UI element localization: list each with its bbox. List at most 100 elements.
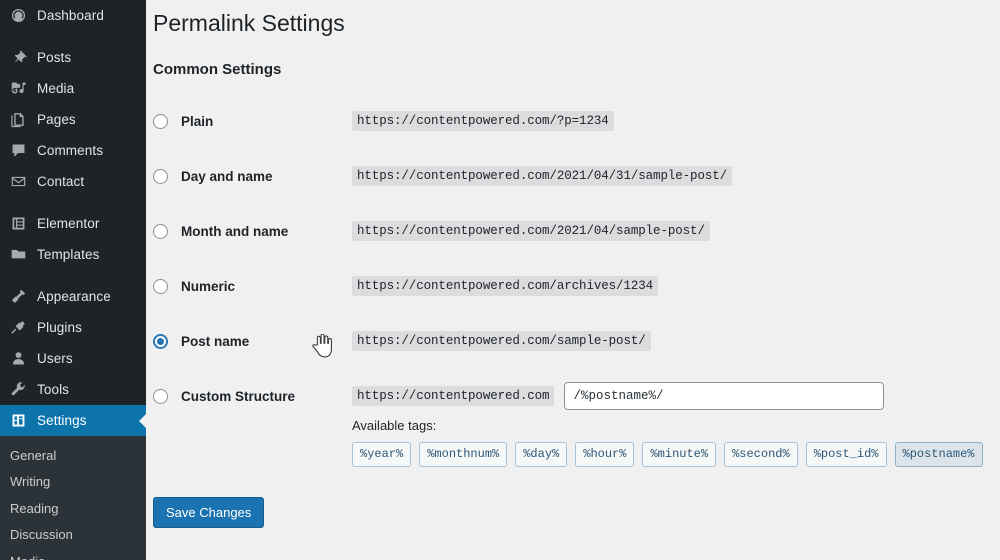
option-left: Post name [153,333,352,349]
custom-structure-prefix: https://contentpowered.com [352,386,555,407]
sidebar-item-label: Media [37,80,75,96]
sidebar-item-contact[interactable]: Contact [0,166,146,197]
sidebar-item-templates[interactable]: Templates [0,239,146,270]
sidebar-item-label: Pages [37,111,76,127]
sidebar-item-label: Users [37,350,73,366]
tag-button-day[interactable]: %day% [515,441,568,468]
comment-icon [9,142,27,160]
sidebar-item-label: Plugins [37,319,82,335]
option-left: Numeric [153,278,352,294]
option-label: Plain [181,113,214,129]
sidebar-item-settings[interactable]: Settings [0,405,146,436]
tag-button-hour[interactable]: %hour% [575,441,635,468]
option-label: Day and name [181,168,273,184]
sidebar-item-media[interactable]: Media [0,548,146,560]
tag-button-minute[interactable]: %minute% [642,441,717,468]
option-right: https://contentpowered.com/archives/1234 [352,276,659,297]
available-tags-caption: Available tags: [352,417,437,433]
radio-month-and-name[interactable] [153,223,168,239]
sidebar-item-posts[interactable]: Posts [0,42,146,73]
option-right: https://contentpowered.com/2021/04/sampl… [352,221,710,242]
permalink-option-row[interactable]: Post name https://contentpowered.com/sam… [146,314,1000,369]
option-label: Custom Structure [181,388,296,404]
example-url: https://contentpowered.com/2021/04/31/sa… [352,166,733,187]
sidebar-divider [0,197,146,208]
user-icon [9,350,27,368]
option-right: https://contentpowered.com/sample-post/ [352,331,651,352]
tag-button-postname[interactable]: %postname% [894,441,983,468]
sidebar-item-dashboard[interactable]: Dashboard [0,0,146,31]
save-changes-button[interactable]: Save Changes [153,497,265,529]
main-content: Permalink Settings Common Settings Plain… [146,0,1000,560]
sidebar-item-reading[interactable]: Reading [0,495,146,522]
settings-icon [9,412,27,430]
media-icon [9,80,27,98]
sidebar-item-comments[interactable]: Comments [0,135,146,166]
sidebar-item-appearance[interactable]: Appearance [0,281,146,312]
sidebar-item-tools[interactable]: Tools [0,374,146,405]
sidebar-item-label: Posts [37,49,72,65]
envelope-icon [9,173,27,191]
sidebar-divider [0,31,146,42]
sidebar-item-discussion[interactable]: Discussion [0,522,146,549]
sidebar-item-label: Contact [37,173,85,189]
permalink-option-row[interactable]: Numeric https://contentpowered.com/archi… [146,259,1000,314]
sidebar-item-general[interactable]: General [0,442,146,469]
pin-icon [9,49,27,67]
tag-button-second[interactable]: %second% [724,441,798,468]
folder-icon [9,246,27,264]
option-left: Day and name [153,168,352,184]
sidebar-item-label: Dashboard [37,7,104,23]
option-left: Month and name [153,223,352,239]
tag-button-monthnum[interactable]: %monthnum% [419,441,508,468]
wordpress-admin-screen: Dashboard Posts Media Pages Comments Con… [0,0,1000,560]
sidebar-item-writing[interactable]: Writing [0,469,146,496]
paintbrush-icon [9,288,27,306]
option-label: Numeric [181,278,236,294]
elementor-icon [9,215,27,233]
sidebar-item-label: Comments [37,142,104,158]
sidebar-item-plugins[interactable]: Plugins [0,312,146,343]
radio-post-name[interactable] [153,333,168,349]
example-url: https://contentpowered.com/sample-post/ [352,331,651,352]
option-left: Custom Structure [153,388,352,404]
pages-icon [9,111,27,129]
dashboard-icon [9,7,27,25]
settings-submenu: General Writing Reading Discussion Media [0,436,146,560]
option-label: Post name [181,333,250,349]
sidebar-item-label: Appearance [37,288,111,304]
example-url: https://contentpowered.com/archives/1234 [352,276,659,297]
sidebar-item-pages[interactable]: Pages [0,104,146,135]
option-left: Plain [153,113,352,129]
radio-numeric[interactable] [153,278,168,294]
option-right: https://contentpowered.com [352,382,885,411]
option-right: https://contentpowered.com/?p=1234 [352,111,614,132]
page-title: Permalink Settings [153,10,345,36]
admin-sidebar: Dashboard Posts Media Pages Comments Con… [0,0,146,560]
sidebar-divider [0,270,146,281]
permalink-option-row[interactable]: Month and name https://contentpowered.co… [146,204,1000,259]
tag-button-year[interactable]: %year% [352,441,412,468]
sidebar-item-elementor[interactable]: Elementor [0,208,146,239]
example-url: https://contentpowered.com/?p=1234 [352,111,614,132]
radio-plain[interactable] [153,113,168,129]
permalink-options-table: Plain https://contentpowered.com/?p=1234… [146,94,1000,529]
example-url: https://contentpowered.com/2021/04/sampl… [352,221,710,242]
section-title: Common Settings [153,60,282,78]
permalink-option-row-custom[interactable]: Custom Structure https://contentpowered.… [146,369,1000,424]
wrench-icon [9,381,27,399]
save-area: Save Changes [146,497,1000,529]
permalink-option-row[interactable]: Day and name https://contentpowered.com/… [146,149,1000,204]
sidebar-item-label: Tools [37,381,70,397]
radio-custom-structure[interactable] [153,388,168,404]
permalink-option-row[interactable]: Plain https://contentpowered.com/?p=1234 [146,94,1000,149]
sidebar-item-media[interactable]: Media [0,73,146,104]
radio-day-and-name[interactable] [153,168,168,184]
available-tags-area: Available tags: %year% %monthnum% %day% … [146,417,1000,468]
sidebar-item-label: Templates [37,246,100,262]
plug-icon [9,319,27,337]
sidebar-item-label: Elementor [37,215,100,231]
sidebar-item-users[interactable]: Users [0,343,146,374]
custom-structure-input[interactable] [564,382,885,411]
tag-button-post-id[interactable]: %post_id% [805,441,887,468]
